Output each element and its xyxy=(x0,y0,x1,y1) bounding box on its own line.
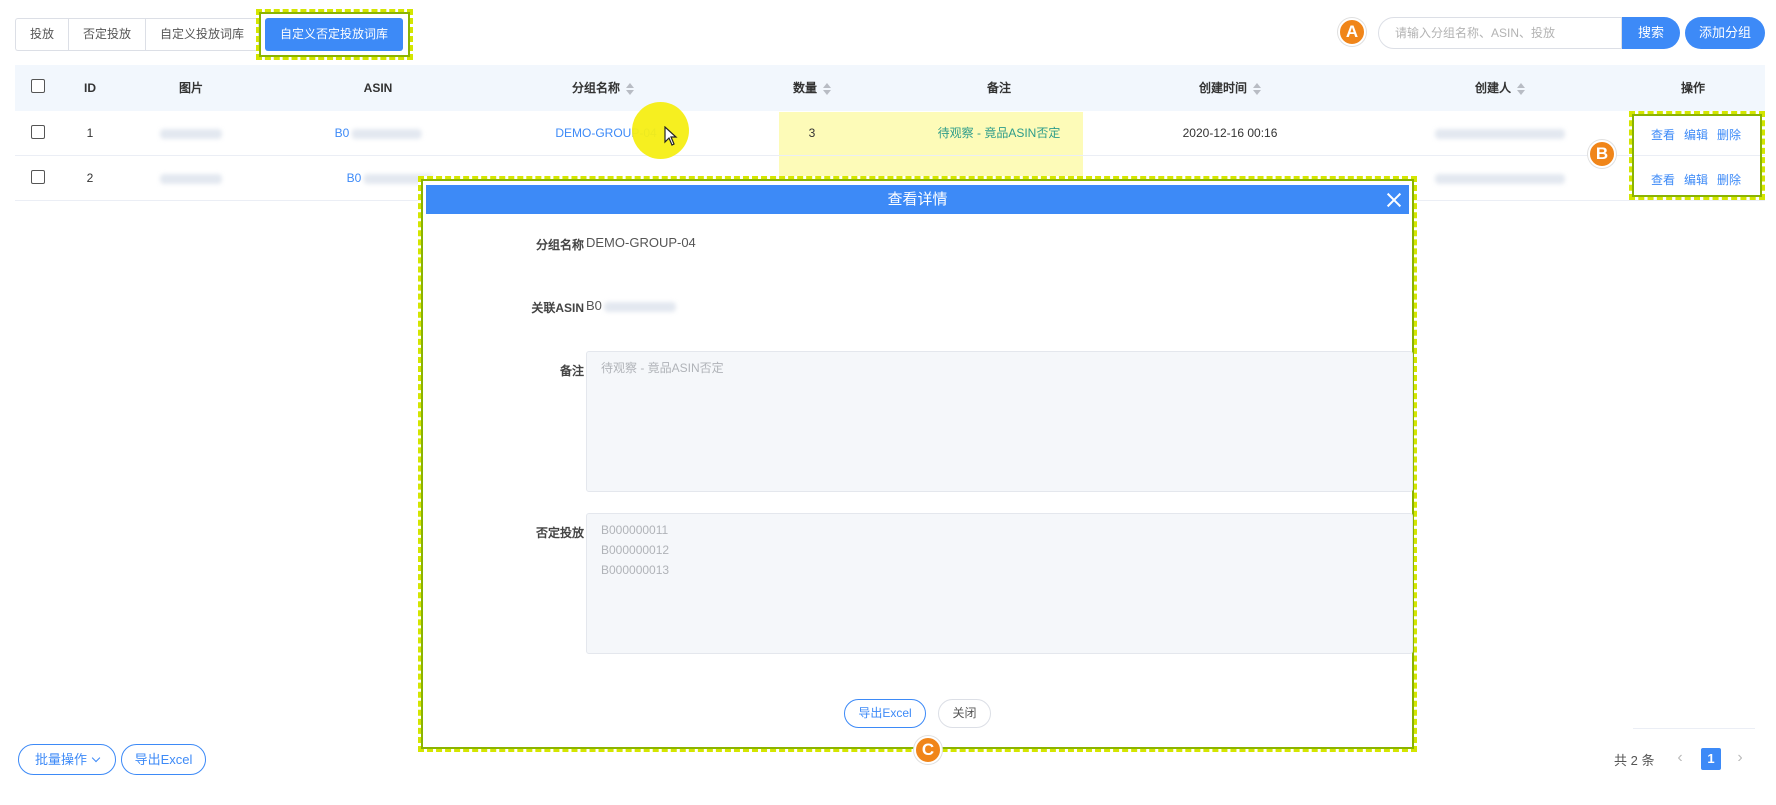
chevron-down-icon xyxy=(91,753,101,763)
page-1-button[interactable]: 1 xyxy=(1701,748,1721,770)
negative-item: B000000011 xyxy=(601,523,669,537)
delete-button[interactable]: 删除 xyxy=(1717,171,1741,188)
product-image xyxy=(160,111,222,156)
sort-icon xyxy=(626,82,635,95)
column-group-name[interactable]: 分组名称 xyxy=(571,65,635,111)
row-asin-text: B0 xyxy=(334,126,350,140)
dialog-export-excel-button[interactable]: 导出Excel xyxy=(844,699,926,728)
edit-button[interactable]: 编辑 xyxy=(1684,171,1708,188)
column-created-time[interactable]: 创建时间 xyxy=(1198,65,1262,111)
negative-item: B000000013 xyxy=(601,563,670,577)
close-icon[interactable] xyxy=(1381,185,1405,214)
row-count: 3 xyxy=(808,126,816,140)
pager-divider xyxy=(1633,728,1755,729)
group-name-value: DEMO-GROUP-04 xyxy=(586,235,696,250)
row-creator xyxy=(1435,111,1565,156)
asin-value: B0 xyxy=(586,298,676,313)
batch-actions-label: 批量操作 xyxy=(34,752,87,767)
column-count[interactable]: 数量 xyxy=(792,65,832,111)
tab-negative-targeting[interactable]: 否定投放 xyxy=(68,18,146,51)
row-asin[interactable]: B0 xyxy=(335,111,422,156)
group-name-label: 分组名称 xyxy=(535,238,584,252)
tab-bar: 投放 否定投放 自定义投放词库 自定义否定投放词库 xyxy=(15,9,413,60)
add-group-button[interactable]: 添加分组 xyxy=(1685,17,1765,49)
dialog-title: 查看详情 xyxy=(887,191,948,208)
view-button[interactable]: 查看 xyxy=(1651,171,1675,188)
sort-icon xyxy=(823,82,832,95)
search-button[interactable]: 搜索 xyxy=(1622,17,1680,49)
sort-icon xyxy=(1517,82,1526,95)
product-image xyxy=(160,156,222,201)
column-creator[interactable]: 创建人 xyxy=(1474,65,1526,111)
column-created-time-label: 创建时间 xyxy=(1198,81,1248,95)
column-count-label: 数量 xyxy=(792,81,818,95)
column-asin: ASIN xyxy=(363,81,393,95)
batch-actions-dropdown[interactable]: 批量操作 xyxy=(18,744,116,775)
detail-dialog: 查看详情 分组名称 DEMO-GROUP-04 关联ASIN B0 备注 待观察… xyxy=(418,176,1417,752)
search-input[interactable]: 请输入分组名称、ASIN、投放 xyxy=(1378,17,1622,49)
mouse-pointer-icon xyxy=(664,126,678,146)
prev-page-icon[interactable]: ‹ xyxy=(1670,748,1690,768)
column-actions: 操作 xyxy=(1680,81,1706,95)
note-text: 待观察 - 竟品ASIN否定 xyxy=(601,361,724,375)
column-group-name-label: 分组名称 xyxy=(571,81,621,95)
row-checkbox[interactable] xyxy=(31,170,45,184)
dialog-close-button[interactable]: 关闭 xyxy=(938,699,991,728)
row-checkbox[interactable] xyxy=(31,125,45,139)
edit-button[interactable]: 编辑 xyxy=(1684,126,1708,143)
note-textarea[interactable]: 待观察 - 竟品ASIN否定 xyxy=(586,351,1413,492)
select-all-checkbox[interactable] xyxy=(31,79,45,93)
marker-b: B xyxy=(1588,140,1616,168)
row-id: 1 xyxy=(86,126,94,140)
row-created-time: 2020-12-16 00:16 xyxy=(1182,126,1278,140)
asin-label: 关联ASIN xyxy=(531,301,584,315)
tab-targeting[interactable]: 投放 xyxy=(15,18,69,51)
total-count: 共 2 条 xyxy=(1614,753,1655,768)
dialog-header: 查看详情 xyxy=(426,185,1409,214)
negative-item: B000000012 xyxy=(601,543,670,557)
tab-custom-targeting-library[interactable]: 自定义投放词库 xyxy=(145,18,260,51)
column-note: 备注 xyxy=(986,81,1012,95)
column-id: ID xyxy=(84,81,96,95)
tab-custom-negative-targeting-library[interactable]: 自定义否定投放词库 xyxy=(265,18,403,51)
marker-a: A xyxy=(1338,18,1366,46)
column-creator-label: 创建人 xyxy=(1474,81,1512,95)
row-creator xyxy=(1435,156,1565,201)
row-note: 待观察 - 竟品ASIN否定 xyxy=(937,126,1061,140)
column-image: 图片 xyxy=(178,81,204,95)
row-id: 2 xyxy=(86,171,94,185)
delete-button[interactable]: 删除 xyxy=(1717,126,1741,143)
next-page-icon[interactable]: › xyxy=(1730,748,1750,768)
table-header: ID 图片 ASIN 分组名称 数量 备注 创建时间 创建人 操作 xyxy=(15,65,1765,111)
export-excel-button[interactable]: 导出Excel xyxy=(121,744,206,775)
negative-targeting-label: 否定投放 xyxy=(535,526,584,540)
negative-targeting-textarea[interactable]: B000000011 B000000012 B000000013 xyxy=(586,513,1413,654)
cursor-highlight xyxy=(632,102,689,159)
marker-c: C xyxy=(914,736,942,764)
table-row: 1 B0 DEMO-GROUP-04 3 待观察 - 竟品ASIN否定 2020… xyxy=(15,111,1765,156)
sort-icon xyxy=(1253,82,1262,95)
view-button[interactable]: 查看 xyxy=(1651,126,1675,143)
row-asin-text: B0 xyxy=(346,171,362,185)
note-label: 备注 xyxy=(559,364,584,378)
asin-value-text: B0 xyxy=(586,298,602,313)
